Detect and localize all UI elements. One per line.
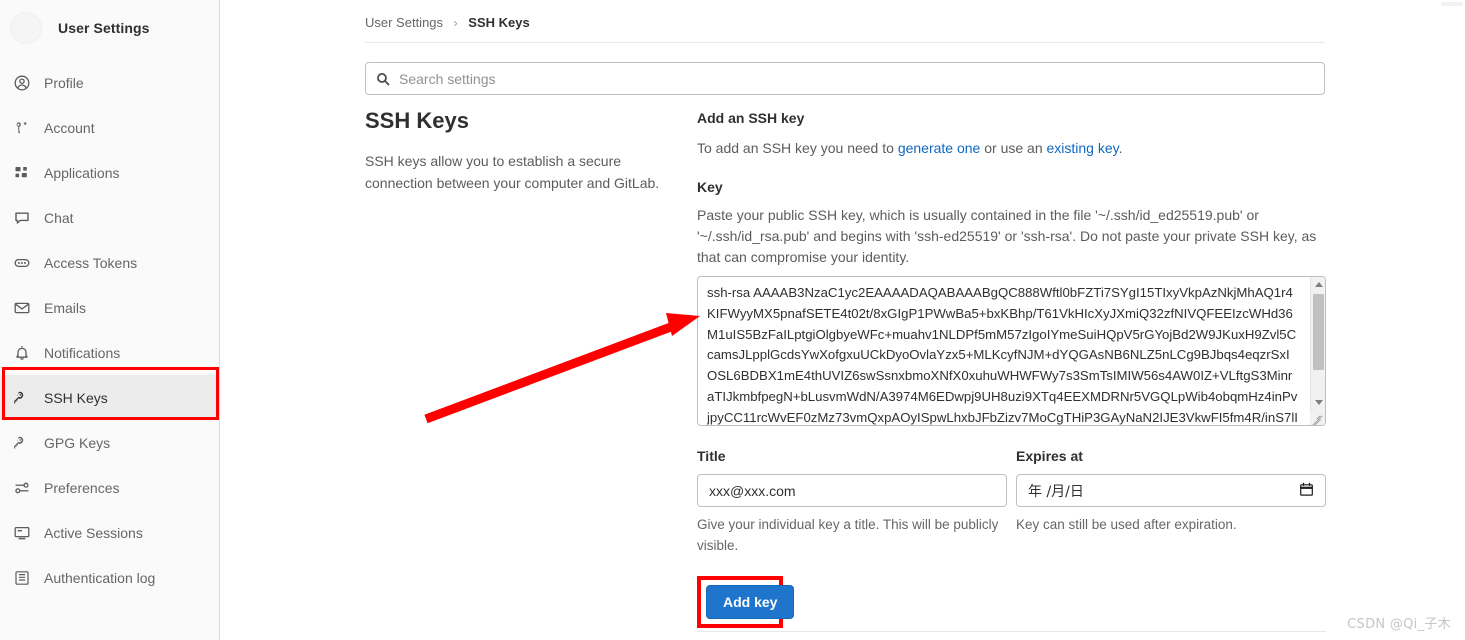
sidebar-item-access-tokens[interactable]: Access Tokens bbox=[0, 240, 219, 285]
add-key-button[interactable]: Add key bbox=[706, 585, 795, 619]
search-icon bbox=[376, 72, 390, 86]
key-field-help: Paste your public SSH key, which is usua… bbox=[697, 207, 1317, 265]
expires-placeholder-text: 年 /月/日 bbox=[1028, 483, 1084, 500]
sidebar-item-label: Active Sessions bbox=[44, 524, 143, 541]
bell-icon bbox=[14, 345, 36, 361]
sidebar-title: User Settings bbox=[58, 20, 150, 36]
generate-one-link[interactable]: generate one bbox=[898, 140, 981, 156]
sidebar-item-chat[interactable]: Chat bbox=[0, 195, 219, 240]
sidebar-item-preferences[interactable]: Preferences bbox=[0, 465, 219, 510]
title-input[interactable] bbox=[697, 474, 1007, 507]
search-input[interactable] bbox=[397, 69, 1314, 88]
title-field-label: Title bbox=[697, 448, 726, 464]
key-field-label: Key bbox=[697, 179, 723, 195]
sidebar-item-account[interactable]: Account bbox=[0, 105, 219, 150]
token-icon bbox=[14, 255, 36, 271]
breadcrumb: User Settings › SSH Keys bbox=[365, 15, 530, 30]
sidebar-header: User Settings bbox=[0, 0, 219, 56]
sidebar-item-authentication-log[interactable]: Authentication log bbox=[0, 555, 219, 600]
chat-icon bbox=[14, 210, 36, 226]
sidebar-item-profile[interactable]: Profile bbox=[0, 60, 219, 105]
expires-field-help: Key can still be used after expiration. bbox=[1016, 517, 1237, 532]
search-settings-field[interactable] bbox=[365, 62, 1325, 95]
account-key-icon bbox=[14, 120, 36, 136]
sidebar-item-label: Chat bbox=[44, 209, 74, 226]
title-field-help: Give your individual key a title. This w… bbox=[697, 517, 999, 553]
user-circle-icon bbox=[14, 75, 36, 91]
add-ssh-key-form: Add an SSH key To add an SSH key you nee… bbox=[697, 110, 1326, 628]
page-edge-mark bbox=[1441, 2, 1463, 6]
main-content: User Settings › SSH Keys SSH Keys SSH ke… bbox=[220, 0, 1465, 640]
sidebar-item-label: Account bbox=[44, 119, 95, 136]
sidebar-item-ssh-keys[interactable]: SSH Keys bbox=[0, 375, 219, 420]
key-icon bbox=[14, 435, 36, 451]
ssh-keys-description-column: SSH Keys SSH keys allow you to establish… bbox=[365, 108, 675, 194]
sidebar-item-notifications[interactable]: Notifications bbox=[0, 330, 219, 375]
existing-key-link[interactable]: existing key bbox=[1047, 140, 1119, 156]
log-grid-icon bbox=[14, 570, 36, 586]
sidebar-item-label: Profile bbox=[44, 74, 84, 91]
scroll-up-icon[interactable] bbox=[1311, 277, 1325, 292]
textarea-resize-handle[interactable] bbox=[1310, 410, 1325, 425]
sidebar-item-emails[interactable]: Emails bbox=[0, 285, 219, 330]
breadcrumb-current: SSH Keys bbox=[468, 15, 530, 30]
textarea-scrollbar[interactable] bbox=[1310, 277, 1325, 425]
sidebar-item-label: SSH Keys bbox=[44, 389, 108, 406]
sidebar-item-active-sessions[interactable]: Active Sessions bbox=[0, 510, 219, 555]
add-key-section-title: Add an SSH key bbox=[697, 110, 805, 126]
expires-date-input[interactable]: 年 /月/日 bbox=[1016, 474, 1326, 507]
sidebar-item-label: Applications bbox=[44, 164, 120, 181]
breadcrumb-parent[interactable]: User Settings bbox=[365, 15, 443, 30]
sidebar-item-label: Preferences bbox=[44, 479, 120, 496]
sidebar-item-label: Access Tokens bbox=[44, 254, 138, 271]
watermark: CSDN @Qi_子木 bbox=[1347, 617, 1451, 632]
intro-text-before: To add an SSH key you need to bbox=[697, 140, 898, 156]
sidebar-item-gpg-keys[interactable]: GPG Keys bbox=[0, 420, 219, 465]
title-expires-row: Title Give your individual key a title. … bbox=[697, 448, 1326, 556]
breadcrumb-separator: › bbox=[453, 16, 458, 30]
key-icon bbox=[14, 390, 36, 406]
breadcrumb-divider bbox=[365, 42, 1325, 43]
preferences-icon bbox=[14, 480, 36, 496]
sidebar-item-label: Notifications bbox=[44, 344, 121, 361]
ssh-key-textarea[interactable]: ssh-rsa AAAAB3NzaC1yc2EAAAADAQABAAABgQC8… bbox=[697, 276, 1326, 426]
intro-text-middle: or use an bbox=[980, 140, 1047, 156]
ssh-key-value: ssh-rsa AAAAB3NzaC1yc2EAAAADAQABAAABgQC8… bbox=[707, 285, 1298, 425]
scrollbar-thumb[interactable] bbox=[1313, 294, 1324, 370]
sidebar-item-label: Authentication log bbox=[44, 569, 156, 586]
expires-field-label: Expires at bbox=[1016, 448, 1083, 464]
sidebar-item-label: Emails bbox=[44, 299, 87, 316]
user-avatar[interactable] bbox=[10, 12, 42, 44]
title-field-group: Title Give your individual key a title. … bbox=[697, 448, 1007, 556]
monitor-icon bbox=[14, 525, 36, 541]
submit-row: Add key bbox=[697, 576, 1326, 628]
sidebar-item-label: GPG Keys bbox=[44, 434, 111, 451]
envelope-icon bbox=[14, 300, 36, 316]
calendar-icon[interactable] bbox=[1299, 482, 1314, 500]
applications-icon bbox=[14, 165, 36, 181]
intro-text-after: . bbox=[1118, 140, 1123, 156]
sidebar-item-applications[interactable]: Applications bbox=[0, 150, 219, 195]
page-title: SSH Keys bbox=[365, 108, 469, 133]
page-description: SSH keys allow you to establish a secure… bbox=[365, 153, 660, 191]
form-bottom-divider bbox=[697, 631, 1326, 632]
expires-field-group: Expires at 年 /月/日 Key can still be used … bbox=[1016, 448, 1326, 556]
settings-sidebar: User Settings Profile Account Applicatio… bbox=[0, 0, 220, 640]
ssh-keys-settings-page: User Settings Profile Account Applicatio… bbox=[0, 0, 1465, 640]
sidebar-nav: Profile Account Applications Chat Access… bbox=[0, 56, 219, 600]
scroll-down-icon[interactable] bbox=[1311, 395, 1325, 410]
add-key-intro: To add an SSH key you need to generate o… bbox=[697, 138, 1326, 159]
